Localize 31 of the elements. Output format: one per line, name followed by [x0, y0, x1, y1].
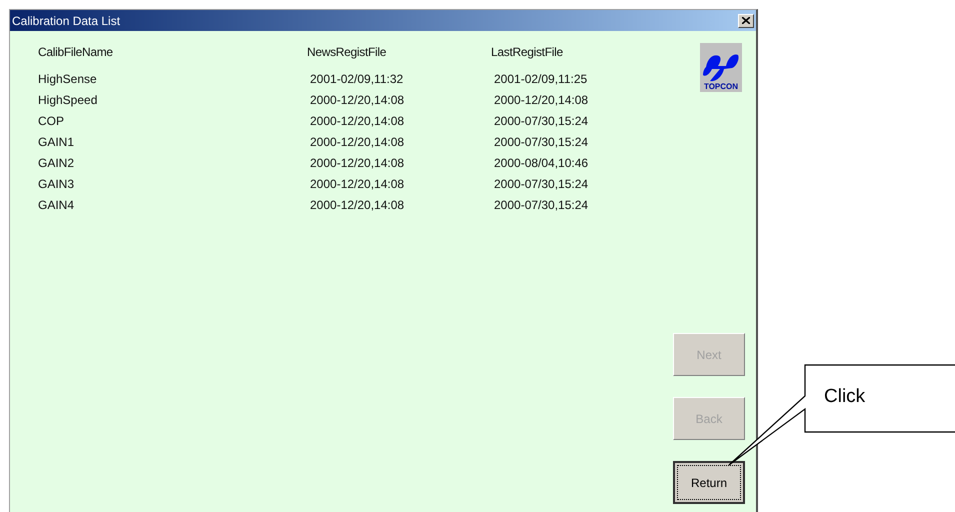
table-cell-text: 2000-12/20,14:08 — [309, 155, 406, 172]
table-cell-text: 2000-07/30,15:24 — [493, 113, 590, 130]
table-cell-text: 2000-12/20,14:08 — [309, 197, 406, 214]
close-button[interactable] — [738, 14, 754, 28]
column-header: CalibFileName — [38, 44, 114, 61]
table-cell-text: HighSpeed — [38, 92, 98, 109]
table-cell-text: 2000-12/20,14:08 — [309, 176, 406, 193]
table-cell-text: GAIN2 — [38, 155, 76, 172]
table-cell-text: GAIN1 — [38, 134, 76, 151]
table-cell-text: 2000-07/30,15:24 — [493, 197, 590, 214]
table-cell-text: 2000-07/30,15:24 — [493, 176, 590, 193]
table-cell-text: GAIN3 — [38, 176, 76, 193]
logo-icon — [702, 53, 740, 83]
table-cell-text: 2000-08/04,10:46 — [493, 155, 590, 172]
table-cell-text: 2001-02/09,11:32 — [309, 71, 404, 88]
button[interactable]: Return — [673, 461, 745, 504]
window-title: Calibration Data List — [12, 12, 120, 30]
table-cell-text: 2000-07/30,15:24 — [493, 134, 590, 151]
table-cell-text: 2000-12/20,14:08 — [493, 92, 590, 109]
table-cell-text: 2000-12/20,14:08 — [309, 92, 406, 109]
column-header: NewsRegistFile — [307, 44, 388, 61]
table-cell-text: 2000-12/20,14:08 — [309, 113, 406, 130]
table-cell-text: COP — [38, 113, 66, 130]
table-cell-text: 2001-02/09,11:25 — [493, 71, 588, 88]
table-cell-text: GAIN4 — [38, 197, 76, 214]
close-icon — [742, 17, 750, 24]
table-cell-text: 2000-12/20,14:08 — [309, 134, 406, 151]
table-cell-text: HighSense — [38, 71, 98, 88]
logo-text: TOPCON — [704, 83, 738, 91]
column-header: LastRegistFile — [491, 44, 564, 61]
callout-text: Click — [824, 387, 866, 406]
